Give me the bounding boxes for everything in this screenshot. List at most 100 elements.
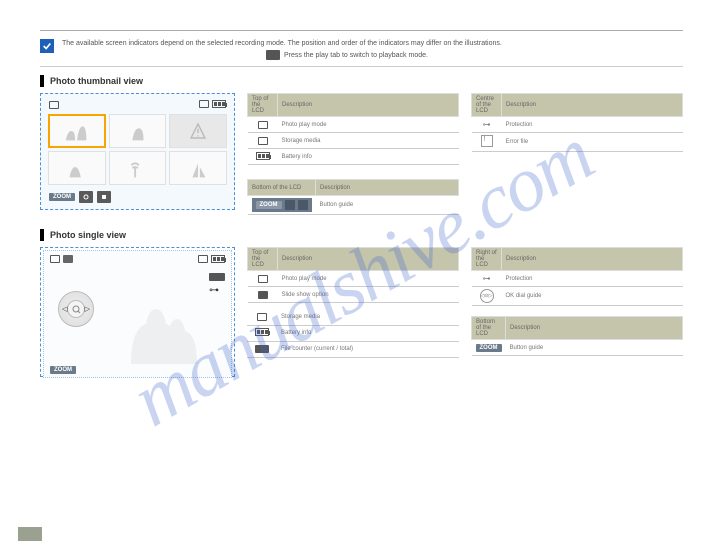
intro-line1: The available screen indicators depend o… xyxy=(62,40,502,47)
slideshow-icon xyxy=(63,255,73,263)
thumb-cell-3 xyxy=(169,114,227,148)
zoom-label: ZOOM xyxy=(50,366,76,374)
page-number-box xyxy=(18,527,42,541)
th-icon: Right of the LCD xyxy=(472,248,502,271)
th-desc: Description xyxy=(278,248,459,271)
section-header-thumb: Photo thumbnail view xyxy=(40,75,683,87)
table-row: File counter (current / total) xyxy=(247,341,459,357)
thumb-lcd-col: ZOOM xyxy=(40,93,235,221)
th-desc: Description xyxy=(506,317,683,340)
thumb-cell-4 xyxy=(48,151,106,185)
cell-desc: Slide show option xyxy=(278,287,459,303)
storage-icon xyxy=(258,137,268,145)
protection-key-icon: ⊶ xyxy=(483,120,491,129)
section-bar xyxy=(40,229,44,241)
thumb-table-left: Top of the LCD Description Photo play mod… xyxy=(247,93,459,221)
photo-mode-icon xyxy=(258,275,268,283)
table-row: Slide show option xyxy=(248,287,459,303)
photo-mode-icon xyxy=(258,121,268,129)
th-icon: Top of the LCD xyxy=(248,248,278,271)
thumb-columns: ZOOM Top of the LCD Description Photo pla… xyxy=(40,93,683,221)
photo-mode-icon xyxy=(49,100,59,109)
lcd-thumb-bottom-bar: ZOOM xyxy=(45,188,230,205)
intro-block: The available screen indicators depend o… xyxy=(40,39,683,60)
thumb-cell-2 xyxy=(109,114,167,148)
error-file-icon: ! xyxy=(481,135,493,147)
counter-icon xyxy=(209,273,225,281)
table-row: Battery info xyxy=(248,149,459,165)
table-single-right-2: Bottom of the LCDDescription ZOOMButton … xyxy=(471,316,683,356)
cell-desc: Battery info xyxy=(278,149,459,165)
table-single-top: Top of the LCDDescription Photo play mod… xyxy=(247,247,459,303)
ok-dial-icon: ◁⊙▷ xyxy=(480,289,494,303)
counter-icon xyxy=(255,345,269,353)
lcd-single-preview: ⊶ ◁ ▷ ZOOM xyxy=(40,247,235,377)
bottom-icon-2 xyxy=(97,191,111,203)
table-row: ZOOMButton guide xyxy=(248,196,459,215)
battery-icon xyxy=(256,152,270,160)
table-row: Battery info xyxy=(247,325,459,341)
storage-icon xyxy=(257,313,267,321)
lcd-thumb-top-bar xyxy=(45,98,230,111)
table-row: Photo play mode xyxy=(248,271,459,287)
table-row: Storage media xyxy=(248,133,459,149)
th-desc: Description xyxy=(316,180,459,196)
status-right xyxy=(199,100,226,109)
single-table-left: Top of the LCDDescription Photo play mod… xyxy=(247,247,459,377)
single-table-right: Right of the LCDDescription ⊶Protection … xyxy=(471,247,683,377)
th-icon: Top of the LCD xyxy=(248,94,278,117)
cell-desc: Button guide xyxy=(316,196,459,215)
storage-icon xyxy=(198,255,208,263)
lcd-single-top xyxy=(44,251,231,267)
cell-desc: File counter (current / total) xyxy=(277,341,459,357)
cell-desc: Storage media xyxy=(277,309,459,325)
thumb-grid xyxy=(45,111,230,188)
intro-text-container: The available screen indicators depend o… xyxy=(62,39,683,60)
lcd-thumbnail-preview: ZOOM xyxy=(40,93,235,210)
th-desc: Description xyxy=(502,94,683,117)
cell-desc: Photo play mode xyxy=(278,117,459,133)
photo-silhouette xyxy=(101,279,211,369)
single-columns: ⊶ ◁ ▷ ZOOM xyxy=(40,247,683,377)
cell-desc: Photo play mode xyxy=(278,271,459,287)
table-thumb-bottom: Bottom of the LCDDescription ZOOMButton … xyxy=(247,179,459,215)
cell-desc: Error file xyxy=(502,133,683,152)
section-bar xyxy=(40,75,44,87)
th-desc: Description xyxy=(502,248,683,271)
table-row: ! Error file xyxy=(472,133,683,152)
thumb-cell-6 xyxy=(169,151,227,185)
thumb-table-right: Centre of the LCDDescription ⊶Protection… xyxy=(471,93,683,221)
table-row: ZOOMButton guide xyxy=(472,340,683,356)
slideshow-icon xyxy=(258,291,268,299)
table-thumb-top: Top of the LCDDescription Photo play mod… xyxy=(247,93,459,165)
table-thumb-centre: Centre of the LCDDescription ⊶Protection… xyxy=(471,93,683,152)
photo-mode-icon xyxy=(50,255,60,263)
protection-key-icon: ⊶ xyxy=(209,285,225,296)
thumb-cell-1 xyxy=(48,114,106,148)
intro-line2: Press the play tab to switch to playback… xyxy=(284,51,428,60)
ok-dial: ◁ ▷ xyxy=(58,291,94,327)
page-content: The available screen indicators depend o… xyxy=(0,0,723,377)
section-title-thumb: Photo thumbnail view xyxy=(50,76,143,86)
battery-icon xyxy=(212,100,226,108)
cell-desc: Storage media xyxy=(278,133,459,149)
battery-icon xyxy=(211,255,225,263)
check-icon xyxy=(40,39,54,53)
cell-desc: Protection xyxy=(502,117,683,133)
table-single-right-1: Right of the LCDDescription ⊶Protection … xyxy=(471,247,683,306)
table-row: Photo play mode xyxy=(248,117,459,133)
table-row: ◁⊙▷OK dial guide xyxy=(472,287,683,306)
thumb-cell-5 xyxy=(109,151,167,185)
play-tab-icon xyxy=(266,50,280,60)
storage-icon xyxy=(199,100,209,108)
divider xyxy=(40,66,683,67)
table-single-extra: Storage media Battery info File counter … xyxy=(247,309,459,358)
table-row: ⊶Protection xyxy=(472,271,683,287)
zoom-button-icon: ZOOM xyxy=(476,344,502,352)
th-icon: Bottom of the LCD xyxy=(472,317,506,340)
section-title-single: Photo single view xyxy=(50,230,126,240)
table-row: ⊶ Protection xyxy=(472,117,683,133)
lcd-single-bottom: ZOOM xyxy=(50,364,76,373)
battery-icon xyxy=(255,328,269,336)
ok-dial-center-icon xyxy=(67,300,85,318)
